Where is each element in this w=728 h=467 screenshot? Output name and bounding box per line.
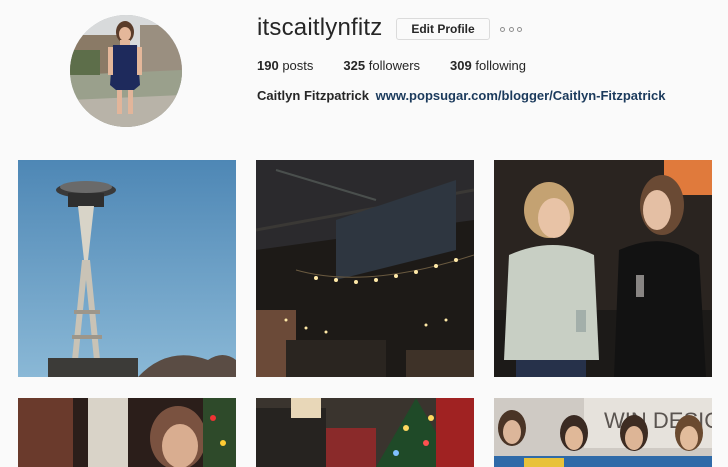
edit-profile-button[interactable]: Edit Profile: [396, 18, 490, 40]
dot-icon: [500, 26, 505, 32]
post-thumbnail[interactable]: [494, 160, 712, 377]
post-thumbnail[interactable]: [18, 160, 236, 377]
christmas-tree-photo: [256, 398, 474, 467]
profile-username: itscaitlynfitz: [257, 14, 383, 41]
followers-count: 325: [343, 58, 366, 73]
post-thumbnail[interactable]: [256, 160, 474, 377]
following-label: following: [475, 58, 526, 73]
string-lights-photo: [256, 160, 474, 377]
followers-label: followers: [368, 58, 421, 73]
followers-stat[interactable]: 325 followers: [343, 58, 420, 73]
posts-stat: 190 posts: [257, 58, 313, 73]
dot-icon: [508, 26, 514, 32]
wine-painting-photo: WIN DESIGN: [494, 398, 712, 467]
posts-count: 190: [257, 58, 279, 73]
profile-bio: Caitlyn Fitzpatrick www.popsugar.com/blo…: [257, 88, 665, 103]
posts-label: posts: [282, 58, 314, 73]
following-count: 309: [450, 58, 472, 73]
space-needle-photo: [18, 160, 236, 377]
dot-icon: [517, 26, 522, 32]
following-stat[interactable]: 309 following: [450, 58, 526, 73]
profile-avatar[interactable]: [70, 15, 182, 127]
post-thumbnail[interactable]: [256, 398, 474, 467]
post-thumbnail[interactable]: WIN DESIGN: [494, 398, 712, 467]
post-thumbnail[interactable]: [18, 398, 236, 467]
friends-photo: [494, 160, 712, 377]
holiday-photo: [18, 398, 236, 467]
profile-stats: 190 posts 325 followers 309 following: [257, 58, 556, 73]
profile-full-name: Caitlyn Fitzpatrick: [257, 88, 369, 103]
more-options-icon[interactable]: [500, 21, 522, 37]
profile-website-link[interactable]: www.popsugar.com/blogger/Caitlyn-Fitzpat…: [376, 88, 666, 103]
